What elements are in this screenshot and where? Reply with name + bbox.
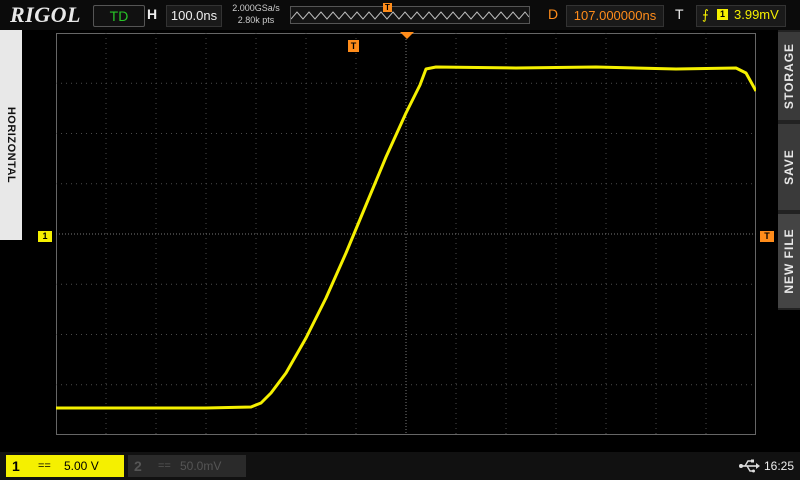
storage-button-label: STORAGE: [782, 42, 796, 110]
horizontal-menu-tab[interactable]: HORIZONTAL: [0, 30, 22, 240]
memory-waveform-preview: [290, 11, 530, 20]
delay-label: D: [548, 6, 559, 22]
delay-value[interactable]: 107.000000ns: [566, 5, 664, 27]
trigger-source-badge: 1: [717, 9, 728, 20]
horizontal-menu-label: HORIZONTAL: [5, 106, 17, 184]
side-menu: STORAGE SAVE NEW FILE: [778, 30, 800, 310]
usb-icon: [739, 459, 760, 473]
horizontal-label: H: [147, 6, 158, 22]
waveform-display[interactable]: [56, 33, 756, 435]
ch1-scale: 5.00 V: [64, 459, 99, 473]
save-button[interactable]: SAVE: [778, 124, 800, 210]
ch1-offset-marker[interactable]: 1: [38, 231, 52, 242]
memory-depth: 2.80k pts: [237, 15, 275, 25]
ch1-number: 1: [12, 458, 20, 474]
graticule: [56, 33, 756, 435]
storage-button[interactable]: STORAGE: [778, 32, 800, 120]
ch2-coupling-icon: ==: [158, 460, 171, 472]
ch2-scale: 50.0mV: [180, 459, 222, 473]
ch1-coupling-icon: ==: [38, 460, 51, 472]
timebase-value[interactable]: 100.0ns: [166, 5, 222, 27]
rising-edge-icon: ⨍: [702, 7, 709, 22]
acquisition-info: 2.000GSa/s 2.80k pts: [229, 2, 283, 26]
new-file-button-label: NEW FILE: [782, 228, 796, 294]
trigger-level-marker[interactable]: T: [760, 231, 774, 242]
trigger-delay-marker[interactable]: T: [348, 40, 359, 52]
trigger-time-marker: [400, 32, 414, 39]
brand-logo: RIGOL: [10, 2, 81, 27]
new-file-button[interactable]: NEW FILE: [778, 214, 800, 308]
ch2-number: 2: [134, 458, 142, 474]
system-clock: 16:25: [764, 459, 795, 473]
run-status-indicator[interactable]: TD: [93, 5, 145, 27]
save-button-label: SAVE: [782, 149, 796, 185]
trigger-position-marker: T: [383, 3, 392, 12]
sample-rate: 2.000GSa/s: [232, 3, 280, 13]
trigger-label: T: [675, 6, 684, 22]
memory-overview-bar[interactable]: [290, 6, 530, 24]
trigger-level-value: 3.99mV: [734, 7, 779, 22]
